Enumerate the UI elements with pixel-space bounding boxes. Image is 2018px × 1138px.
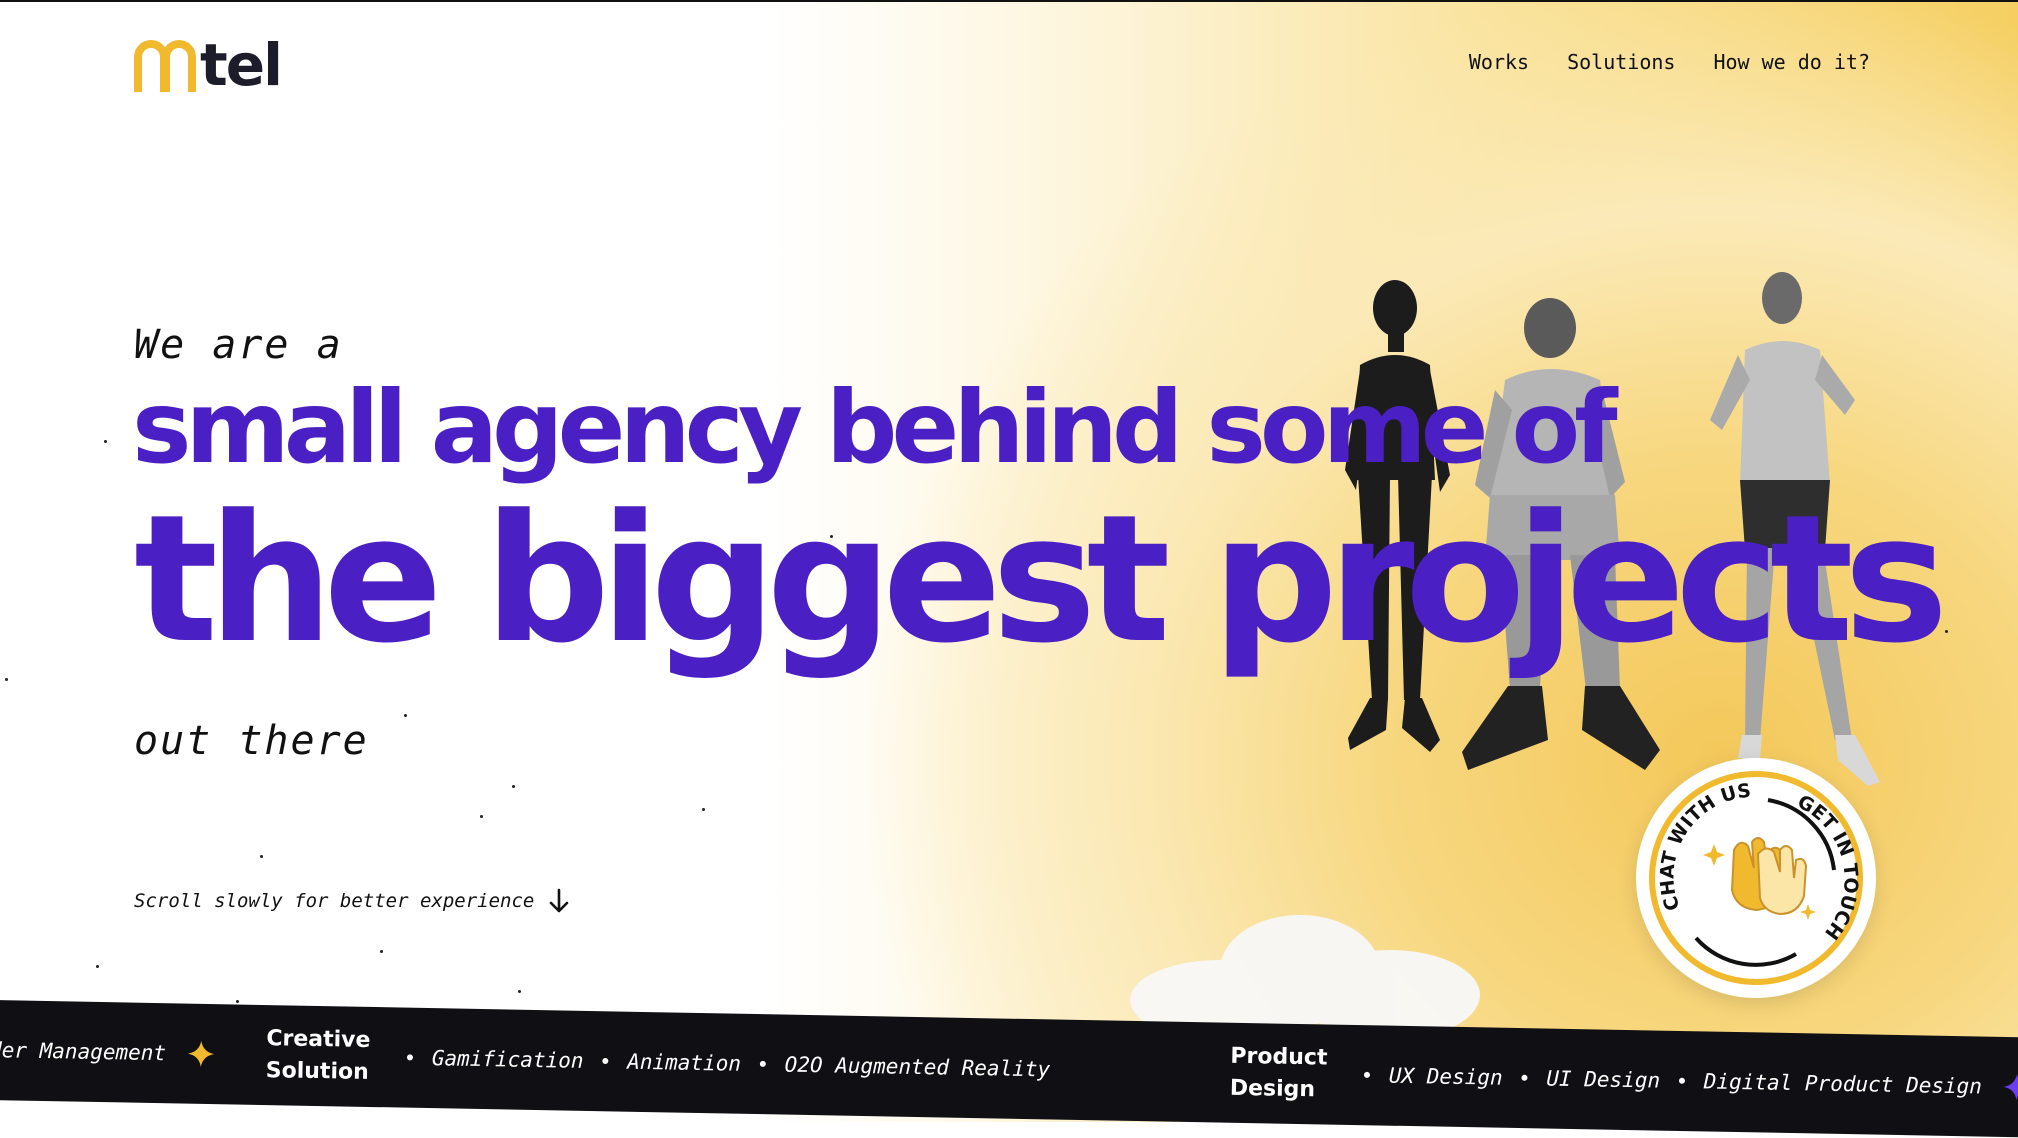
ticker-item: O2O Augmented Reality xyxy=(784,1052,1051,1082)
ticker-item: Animation xyxy=(626,1049,742,1076)
ticker-item: der Management xyxy=(0,1037,167,1066)
bullet-icon: • xyxy=(1520,1065,1529,1091)
sparkle-icon xyxy=(1800,904,1816,920)
bullet-icon: • xyxy=(758,1051,767,1077)
star-yellow-icon xyxy=(188,1040,215,1067)
hero-headline-line-2: the biggest projects xyxy=(134,477,1948,682)
hero-lead-top: We are a xyxy=(134,322,343,368)
logo-wordmark: tel xyxy=(200,31,283,99)
sparkle-icon xyxy=(1703,844,1725,866)
logo-mark-icon xyxy=(134,36,206,94)
bullet-icon: • xyxy=(1677,1067,1687,1094)
ticker-item: Gamification xyxy=(431,1046,584,1073)
ticker-item: UI Design xyxy=(1546,1066,1661,1093)
nav-solutions[interactable]: Solutions xyxy=(1567,50,1675,74)
bullet-icon: • xyxy=(405,1044,415,1070)
chat-with-us-badge[interactable]: CHAT WITH US GET IN TOUCH xyxy=(1636,758,1876,998)
cloud-image xyxy=(1130,915,1480,1040)
arrow-down-icon xyxy=(550,888,569,913)
scroll-hint-text: Scroll slowly for better experience xyxy=(134,890,535,912)
ticker-item: UX Design xyxy=(1388,1063,1503,1090)
nav-how-we-do-it[interactable]: How we do it? xyxy=(1713,50,1870,74)
ticker-heading: Product Design xyxy=(1229,1043,1328,1103)
bullet-icon: • xyxy=(601,1048,610,1074)
bullet-icon: • xyxy=(1362,1062,1372,1088)
clapping-hands-icon xyxy=(1730,837,1808,916)
hero-headline-line-1: small agency behind some of xyxy=(132,369,1618,486)
ticker-item: Digital Product Design xyxy=(1703,1069,1983,1099)
ticker-heading: Creative Solution xyxy=(265,1026,371,1085)
main-nav: Works Solutions How we do it? xyxy=(1469,50,1870,74)
brand-logo[interactable]: tel xyxy=(134,31,283,99)
nav-works[interactable]: Works xyxy=(1469,50,1529,74)
scroll-hint[interactable]: Scroll slowly for better experience xyxy=(134,888,570,914)
badge-graphic: CHAT WITH US GET IN TOUCH xyxy=(1649,771,1863,985)
window-top-border xyxy=(0,0,2018,2)
hero-lead-bottom: out there xyxy=(134,718,369,764)
star-purple-icon xyxy=(2003,1074,2018,1101)
